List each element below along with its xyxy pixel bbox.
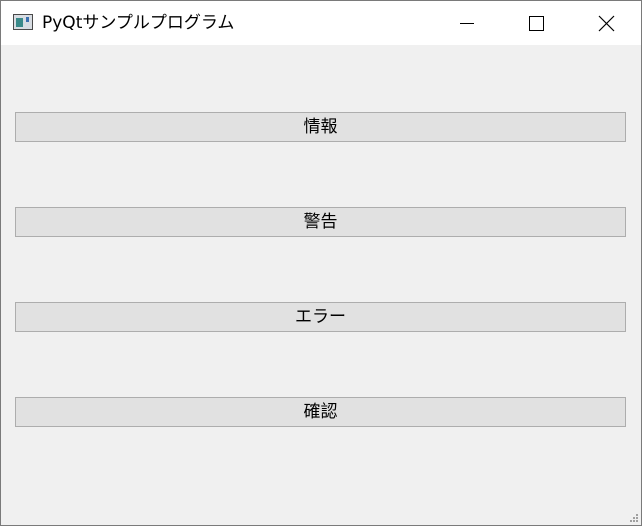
minimize-button[interactable] xyxy=(444,1,490,45)
maximize-icon xyxy=(529,16,544,31)
app-icon-pane-right xyxy=(26,17,29,22)
main-window: PyQtサンプルプログラム 情報 警告 エラー 確認 xyxy=(0,0,642,526)
size-grip-icon[interactable] xyxy=(629,513,639,523)
title-bar[interactable]: PyQtサンプルプログラム xyxy=(1,1,641,45)
error-button[interactable]: エラー xyxy=(15,302,626,332)
window-title: PyQtサンプルプログラム xyxy=(42,13,235,33)
maximize-button[interactable] xyxy=(513,1,559,45)
warning-button[interactable]: 警告 xyxy=(15,207,626,237)
app-icon-pane-left xyxy=(16,18,23,27)
confirm-button[interactable]: 確認 xyxy=(15,397,626,427)
app-window-icon[interactable] xyxy=(13,14,33,30)
minimize-icon xyxy=(460,23,474,24)
close-button[interactable] xyxy=(583,1,629,45)
info-button[interactable]: 情報 xyxy=(15,112,626,142)
close-icon xyxy=(598,15,615,32)
